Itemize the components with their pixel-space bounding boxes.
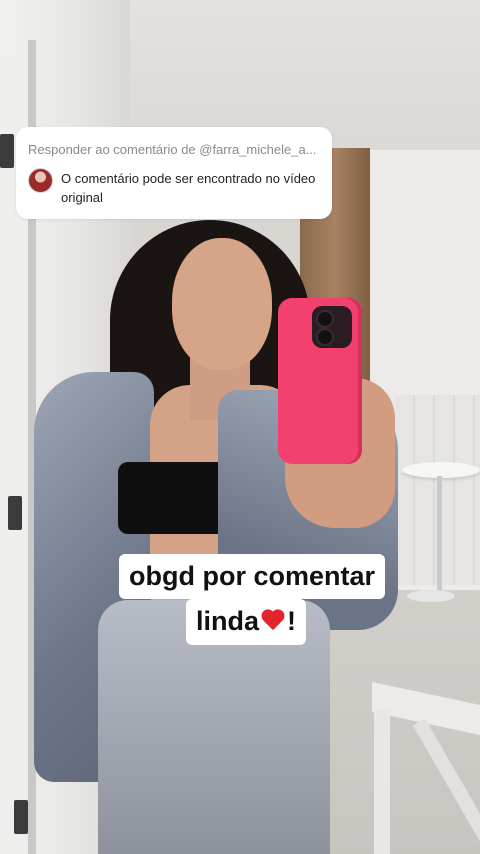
commenter-avatar — [28, 168, 53, 193]
hinge — [14, 800, 28, 834]
pink-phone — [278, 298, 362, 464]
black-top — [118, 462, 230, 534]
caption-text: linda — [196, 606, 260, 636]
reply-body: O comentário pode ser encontrado no víde… — [61, 171, 316, 205]
red-heart-icon — [261, 610, 285, 632]
face — [172, 238, 272, 370]
caption-line-2: linda! — [186, 599, 307, 645]
caption-suffix: ! — [287, 606, 297, 636]
reply-comment-card[interactable]: Responder ao comentário de @farra_michel… — [16, 127, 332, 219]
camera-icon — [312, 306, 352, 348]
stair-rail — [372, 682, 480, 854]
hinge — [8, 496, 22, 530]
caption-line-1: obgd por comentar — [119, 554, 386, 599]
side-table — [402, 462, 480, 612]
reply-header: Responder ao comentário de @farra_michel… — [28, 142, 317, 157]
hinge — [0, 134, 14, 168]
